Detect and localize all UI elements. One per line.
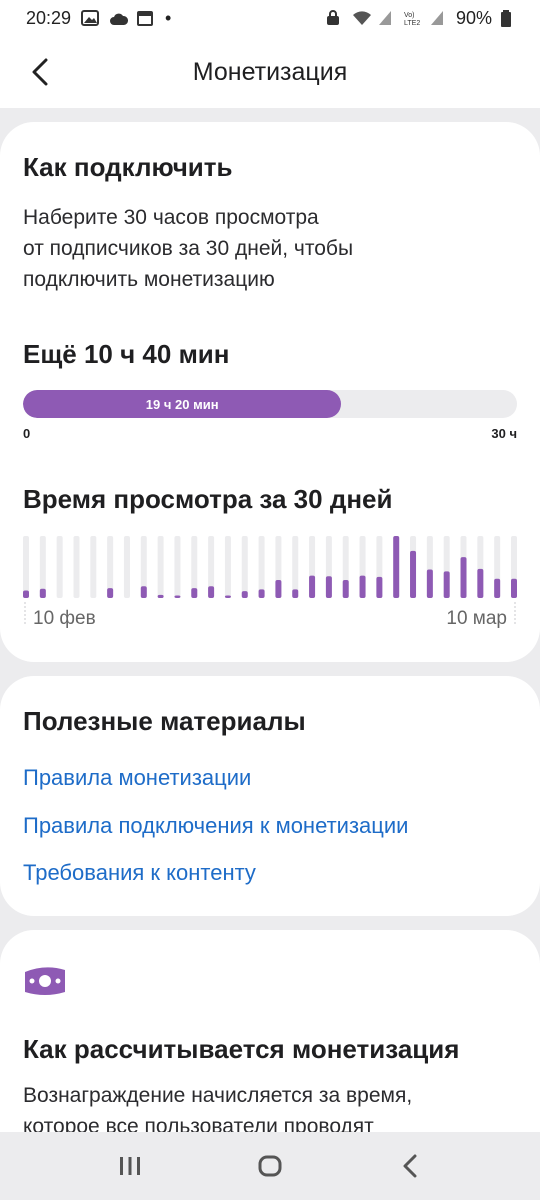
chart-bar-track — [123, 536, 130, 598]
chart-bar-track — [258, 536, 265, 598]
chart-bar-track — [23, 536, 29, 598]
how-to-connect-line-1: Наберите 30 часов просмотра — [23, 206, 319, 229]
chart-bar — [342, 580, 349, 598]
chart-tick-label: 10 мар — [446, 608, 507, 629]
watch-progress-bar: 19 ч 20 мин — [23, 390, 517, 418]
chart-bar — [410, 550, 417, 598]
chart-tick-label: 10 фев — [33, 608, 96, 629]
lock-icon — [326, 10, 344, 26]
chart-bar-track — [90, 536, 97, 598]
chart-bar — [376, 576, 383, 598]
progress-label: 19 ч 20 мин — [145, 396, 219, 412]
chart-bar — [157, 594, 164, 598]
chart-bar — [359, 575, 366, 598]
chart-bar-track — [56, 536, 63, 598]
chart-bar — [191, 588, 198, 598]
home-button[interactable] — [246, 1142, 294, 1190]
chart-bar — [241, 591, 248, 598]
link-monetization-rules[interactable]: Правила монетизации — [23, 765, 251, 791]
app-header: Монетизация — [0, 36, 540, 108]
chart-bar — [208, 586, 215, 598]
chevron-left-icon — [32, 58, 48, 86]
chart-bar — [275, 580, 282, 598]
chart-bar — [258, 589, 265, 598]
how-to-connect-card: Как подключить Наберите 30 часов просмот… — [0, 122, 540, 662]
svg-text:Vo): Vo) — [404, 12, 415, 19]
chart-bar — [426, 569, 433, 598]
chart-bar — [224, 595, 231, 598]
chart-bar — [494, 578, 501, 598]
chart-bar — [292, 589, 299, 598]
chart-bar — [309, 575, 316, 598]
chart-bar — [174, 595, 181, 598]
status-time: 20:29 — [26, 7, 72, 28]
chart-bar — [393, 536, 400, 598]
money-icon — [23, 964, 67, 998]
wifi-icon — [352, 10, 371, 26]
page-title: Монетизация — [192, 57, 348, 86]
chart-bar-track — [292, 536, 299, 598]
progress-max-label: 30 ч — [491, 426, 517, 441]
recent-apps-button[interactable] — [106, 1142, 154, 1190]
chart-bar — [460, 557, 467, 598]
chart-bar-track — [73, 536, 80, 598]
chart-bar-track — [241, 536, 248, 598]
progress-fill: 19 ч 20 мин — [23, 390, 342, 418]
back-button[interactable] — [20, 52, 60, 92]
chart-bar-track — [174, 536, 181, 598]
remaining-time: Ещё 10 ч 40 мин — [23, 339, 230, 369]
how-calculated-line-1: Вознаграждение начисляется за время, — [23, 1084, 413, 1107]
volte-icon: Vo) LTE2 — [404, 10, 422, 27]
chart-bar — [23, 590, 29, 598]
status-bar: 20:29 • Vo) LTE2 90% — [0, 0, 540, 36]
watch-time-title: Время просмотра за 30 дней — [23, 484, 393, 514]
back-nav-button[interactable] — [386, 1142, 434, 1190]
recent-apps-icon — [120, 1157, 140, 1175]
chart-bar — [443, 571, 450, 598]
useful-materials-title: Полезные материалы — [23, 706, 306, 736]
chart-bar — [325, 576, 332, 598]
progress-min-label: 0 — [23, 426, 31, 441]
dot-icon: • — [165, 7, 172, 28]
how-to-connect-title: Как подключить — [23, 152, 233, 182]
link-content-requirements[interactable]: Требования к контенту — [23, 860, 256, 886]
battery-text: 90% — [455, 7, 492, 28]
signal-icon-2 — [430, 10, 448, 26]
system-nav-bar — [0, 1132, 540, 1200]
back-icon — [403, 1154, 417, 1178]
chart-bar — [39, 588, 46, 598]
chart-bar — [140, 586, 147, 598]
how-to-connect-line-3: подключить монетизацию — [23, 268, 275, 291]
useful-materials-card: Полезные материалы Правила монетизации П… — [0, 676, 540, 916]
home-icon — [258, 1155, 282, 1177]
svg-text:LTE2: LTE2 — [404, 20, 420, 26]
chart-bar-track — [224, 536, 231, 598]
cloud-icon — [109, 10, 129, 26]
chart-bar — [107, 588, 114, 598]
calendar-icon — [137, 10, 155, 26]
how-to-connect-line-2: от подписчиков за 30 дней, чтобы — [23, 237, 354, 260]
chart-bar — [477, 568, 484, 598]
chart-bar — [511, 578, 517, 598]
how-calculated-title: Как рассчитывается монетизация — [23, 1034, 460, 1064]
battery-icon — [500, 10, 518, 27]
signal-icon — [378, 10, 396, 26]
watch-time-chart: 10 фев 10 мар — [23, 536, 517, 654]
link-connection-rules[interactable]: Правила подключения к монетизации — [23, 813, 408, 839]
image-icon — [81, 10, 100, 26]
chart-bar-track — [157, 536, 164, 598]
